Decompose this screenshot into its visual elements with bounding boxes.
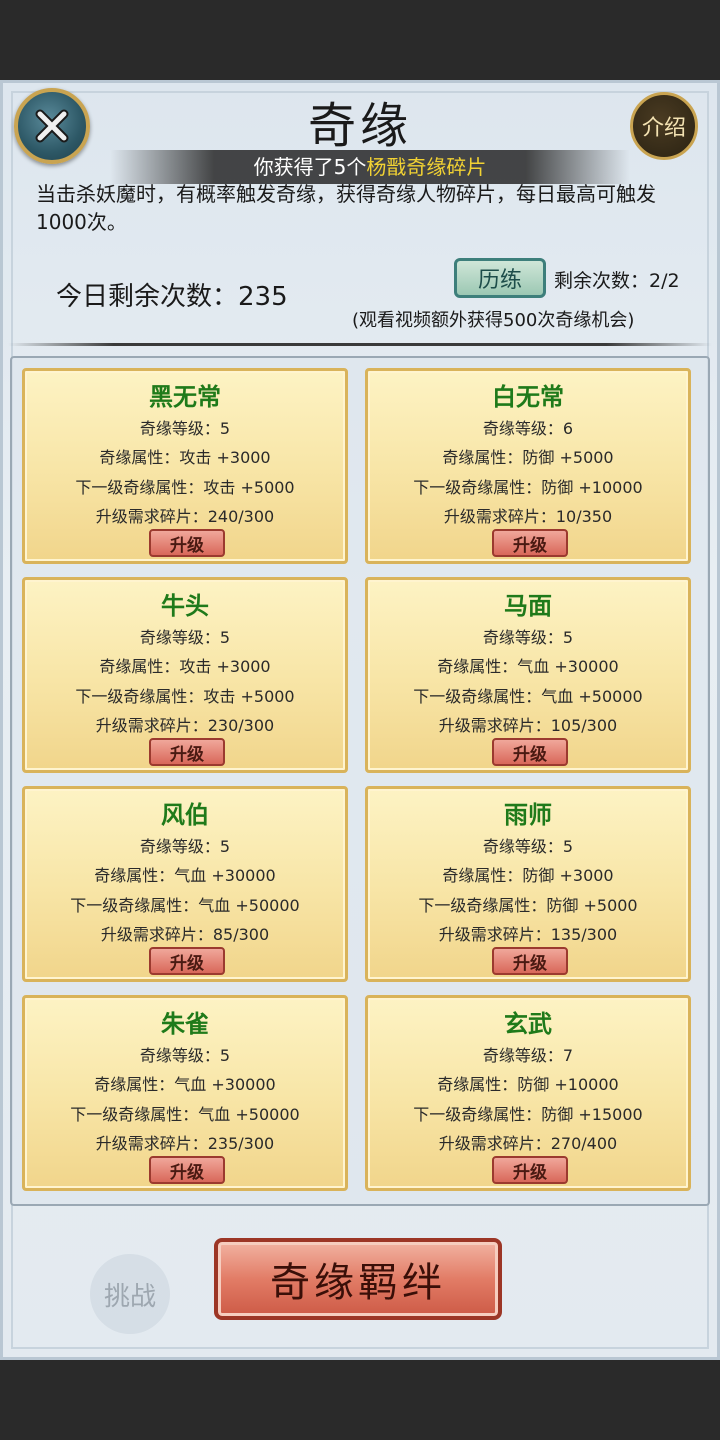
card-fragments: 升级需求碎片：105/300 [438,716,618,735]
card-next-attr: 下一级奇缘属性：气血 +50000 [413,687,643,706]
upgrade-button[interactable]: 升级 [149,1156,225,1184]
card-fragments: 升级需求碎片：135/300 [438,925,618,944]
card-name: 风伯 [161,800,209,829]
card-level: 奇缘等级：5 [139,837,231,856]
card-name: 玄武 [504,1009,552,1038]
card-fragments: 升级需求碎片：240/300 [95,507,275,526]
card-level: 奇缘等级：5 [139,1046,231,1065]
upgrade-button[interactable]: 升级 [492,1156,568,1184]
upgrade-button[interactable]: 升级 [492,738,568,766]
toast-prefix: 你获得了5个 [253,155,367,179]
upgrade-button[interactable]: 升级 [492,529,568,557]
card-fengbo: 风伯 奇缘等级：5 奇缘属性：气血 +30000 下一级奇缘属性：气血 +500… [22,786,348,982]
card-level: 奇缘等级：5 [139,419,231,438]
card-next-attr: 下一级奇缘属性：防御 +5000 [418,896,638,915]
train-button[interactable]: 历练 [454,258,546,298]
card-fragments: 升级需求碎片：235/300 [95,1134,275,1153]
challenge-button[interactable]: 挑战 [90,1254,170,1334]
toast-highlight: 杨戬奇缘碎片 [366,155,487,179]
card-attr: 奇缘属性：攻击 +3000 [99,657,271,676]
card-attr: 奇缘属性：防御 +10000 [437,1075,619,1094]
card-attr: 奇缘属性：攻击 +3000 [99,448,271,467]
card-attr: 奇缘属性：气血 +30000 [94,1075,276,1094]
remaining-today: 今日剩余次数：235 [56,282,288,312]
card-level: 奇缘等级：5 [139,628,231,647]
card-fragments: 升级需求碎片：230/300 [95,716,275,735]
card-name: 白无常 [492,382,564,411]
card-next-attr: 下一级奇缘属性：攻击 +5000 [75,478,295,497]
navigation-bar [0,1360,720,1440]
card-name: 牛头 [161,591,209,620]
card-level: 奇缘等级：7 [482,1046,574,1065]
page-title: 奇缘 [307,98,412,154]
upgrade-button[interactable]: 升级 [149,529,225,557]
card-level: 奇缘等级：5 [482,628,574,647]
card-next-attr: 下一级奇缘属性：防御 +10000 [413,478,643,497]
card-attr: 奇缘属性：防御 +5000 [442,448,614,467]
card-next-attr: 下一级奇缘属性：攻击 +5000 [75,687,295,706]
card-name: 朱雀 [161,1009,209,1038]
card-level: 奇缘等级：5 [482,837,574,856]
card-xuanwu: 玄武 奇缘等级：7 奇缘属性：防御 +10000 下一级奇缘属性：防御 +150… [365,995,691,1191]
upgrade-button[interactable]: 升级 [492,947,568,975]
card-grid[interactable]: 黑无常 奇缘等级：5 奇缘属性：攻击 +3000 下一级奇缘属性：攻击 +500… [10,356,710,1206]
bond-button[interactable]: 奇缘羁绊 [214,1238,502,1320]
card-yushi: 雨师 奇缘等级：5 奇缘属性：防御 +3000 下一级奇缘属性：防御 +5000… [365,786,691,982]
card-niutou: 牛头 奇缘等级：5 奇缘属性：攻击 +3000 下一级奇缘属性：攻击 +5000… [22,577,348,773]
card-fragments: 升级需求碎片：85/300 [100,925,270,944]
description-text: 当击杀妖魔时，有概率触发奇缘，获得奇缘人物碎片，每日最高可触发1000次。 [36,182,656,234]
reward-toast: 你获得了5个杨戬奇缘碎片 [110,150,630,184]
card-zhuque: 朱雀 奇缘等级：5 奇缘属性：气血 +30000 下一级奇缘属性：气血 +500… [22,995,348,1191]
card-next-attr: 下一级奇缘属性：气血 +50000 [70,1105,300,1124]
card-baiwuchang: 白无常 奇缘等级：6 奇缘属性：防御 +5000 下一级奇缘属性：防御 +100… [365,368,691,564]
card-next-attr: 下一级奇缘属性：防御 +15000 [413,1105,643,1124]
upgrade-button[interactable]: 升级 [149,738,225,766]
divider [8,343,712,346]
card-attr: 奇缘属性：气血 +30000 [94,866,276,885]
card-name: 马面 [504,591,552,620]
card-fragments: 升级需求碎片：10/350 [443,507,613,526]
card-name: 黑无常 [149,382,221,411]
card-attr: 奇缘属性：气血 +30000 [437,657,619,676]
status-bar [0,0,720,80]
card-attr: 奇缘属性：防御 +3000 [442,866,614,885]
video-note: (观看视频额外获得500次奇缘机会) [352,310,635,331]
card-level: 奇缘等级：6 [482,419,574,438]
card-next-attr: 下一级奇缘属性：气血 +50000 [70,896,300,915]
times-left: 剩余次数：2/2 [554,270,680,292]
upgrade-button[interactable]: 升级 [149,947,225,975]
intro-button[interactable]: 介绍 [630,92,698,160]
card-name: 雨师 [504,800,552,829]
card-heiwuchang: 黑无常 奇缘等级：5 奇缘属性：攻击 +3000 下一级奇缘属性：攻击 +500… [22,368,348,564]
card-fragments: 升级需求碎片：270/400 [438,1134,618,1153]
card-mamian: 马面 奇缘等级：5 奇缘属性：气血 +30000 下一级奇缘属性：气血 +500… [365,577,691,773]
